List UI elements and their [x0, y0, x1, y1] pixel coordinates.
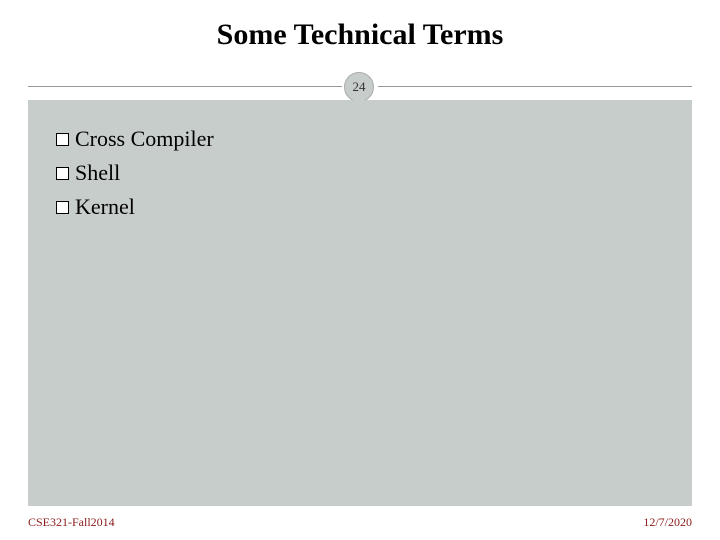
box-bullet-icon — [56, 201, 69, 214]
divider-line-left — [28, 86, 342, 87]
slide: Some Technical Terms 24 Cross Compiler S… — [0, 0, 720, 540]
list-item-label: Kernel — [75, 190, 135, 224]
footer-left: CSE321-Fall2014 — [28, 515, 115, 530]
list-item: Cross Compiler — [56, 122, 664, 156]
body: Cross Compiler Shell Kernel — [28, 100, 692, 506]
list-item: Kernel — [56, 190, 664, 224]
divider: 24 — [0, 72, 720, 100]
footer: CSE321-Fall2014 12/7/2020 — [28, 515, 692, 530]
content: Cross Compiler Shell Kernel — [28, 100, 692, 224]
slide-number-badge: 24 — [344, 72, 374, 102]
box-bullet-icon — [56, 167, 69, 180]
list-item: Shell — [56, 156, 664, 190]
list-item-label: Shell — [75, 156, 120, 190]
slide-number: 24 — [353, 79, 366, 95]
list-item-label: Cross Compiler — [75, 122, 214, 156]
page-title: Some Technical Terms — [0, 0, 720, 52]
box-bullet-icon — [56, 133, 69, 146]
footer-right: 12/7/2020 — [643, 515, 692, 530]
divider-line-right — [378, 86, 692, 87]
